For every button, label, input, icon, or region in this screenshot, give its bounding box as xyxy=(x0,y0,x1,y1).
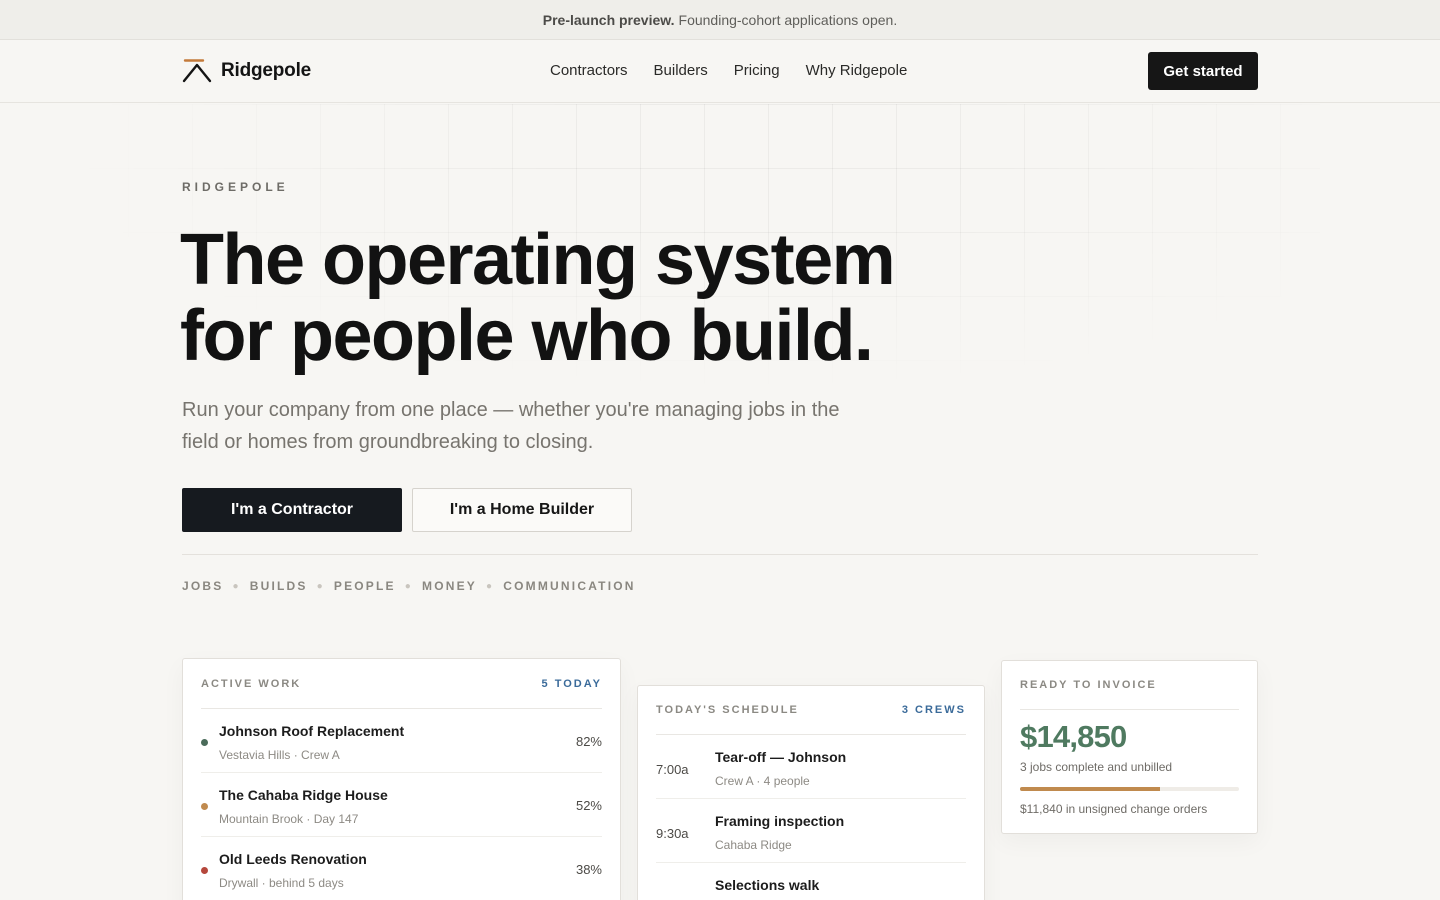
schedule-meta: Cahaba Ridge xyxy=(715,838,792,852)
status-dot-icon xyxy=(201,739,208,746)
job-title: Johnson Roof Replacement xyxy=(219,723,405,739)
pillar-people: PEOPLE xyxy=(333,579,396,593)
hero-headline: The operating system for people who buil… xyxy=(180,222,1080,374)
list-item[interactable]: Old Leeds Renovation Drywall · behind 5 … xyxy=(201,837,602,900)
pillar-list: JOBS ● BUILDS ● PEOPLE ● MONEY ● COMMUNI… xyxy=(182,579,636,593)
ridgepole-logo-icon xyxy=(182,59,212,83)
schedule-title: Tear-off — Johnson xyxy=(715,749,847,765)
job-meta: Vestavia Hills · Crew A xyxy=(219,748,340,762)
schedule-label: TODAY'S SCHEDULE xyxy=(656,704,799,716)
active-work-count: 5 TODAY xyxy=(541,677,602,690)
schedule-count: 3 CREWS xyxy=(901,704,966,716)
schedule-meta: Crew A · 4 people xyxy=(715,774,810,788)
nav-link-contractors[interactable]: Contractors xyxy=(550,62,628,79)
pillar-communication: COMMUNICATION xyxy=(503,579,636,593)
job-progress: 52% xyxy=(575,798,602,813)
job-progress: 82% xyxy=(575,734,602,749)
schedule-time: 9:30a xyxy=(656,826,689,841)
separator-dot: ● xyxy=(486,580,495,592)
list-item[interactable]: The Cahaba Ridge House Mountain Brook · … xyxy=(201,773,602,837)
schedule-time: 7:00a xyxy=(656,762,689,777)
schedule-header: TODAY'S SCHEDULE 3 CREWS xyxy=(656,686,966,735)
job-title: Old Leeds Renovation xyxy=(219,851,367,867)
list-item[interactable]: 9:30a Framing inspection Cahaba Ridge xyxy=(656,799,966,863)
hero-subhead: Run your company from one place — whethe… xyxy=(182,399,840,453)
active-work-card: ACTIVE WORK 5 TODAY Johnson Roof Replace… xyxy=(182,658,621,900)
invoice-progress-bar xyxy=(1020,787,1239,791)
pillar-jobs: JOBS xyxy=(182,579,224,593)
pillar-builds: BUILDS xyxy=(249,579,308,593)
announcement-text: Founding-cohort applications open. xyxy=(678,11,898,28)
headline-line-1: The operating system xyxy=(180,220,896,300)
announcement-bar: Pre-launch preview. Founding-cohort appl… xyxy=(0,0,1440,40)
active-work-label: ACTIVE WORK xyxy=(201,677,302,690)
top-nav: Ridgepole Contractors Builders Pricing W… xyxy=(0,40,1440,103)
nav-link-builders[interactable]: Builders xyxy=(654,62,708,79)
hero-eyebrow: RIDGEPOLE xyxy=(182,180,289,194)
brand-wordmark: Ridgepole xyxy=(221,60,312,81)
pillar-money: MONEY xyxy=(422,579,478,593)
invoice-header: READY TO INVOICE xyxy=(1020,661,1239,710)
separator-dot: ● xyxy=(316,580,325,592)
list-item[interactable]: 7:00a Tear-off — Johnson Crew A · 4 peop… xyxy=(656,735,966,799)
schedule-title: Framing inspection xyxy=(715,813,845,829)
invoice-amount: $14,850 xyxy=(1020,719,1127,754)
get-started-button[interactable]: Get started xyxy=(1148,52,1258,90)
status-dot-icon xyxy=(201,867,208,874)
announcement-strong: Pre-launch preview. xyxy=(542,11,675,28)
invoice-progress-fill xyxy=(1020,787,1161,791)
job-title: The Cahaba Ridge House xyxy=(219,787,388,803)
contractor-cta-button[interactable]: I'm a Contractor xyxy=(182,488,402,532)
separator-dot: ● xyxy=(404,580,413,592)
job-meta: Drywall · behind 5 days xyxy=(219,876,344,890)
status-dot-icon xyxy=(201,803,208,810)
schedule-card: TODAY'S SCHEDULE 3 CREWS 7:00a Tear-off … xyxy=(637,685,985,900)
nav-link-why-ridgepole[interactable]: Why Ridgepole xyxy=(806,62,908,79)
list-item[interactable]: Selections walk xyxy=(656,863,966,900)
headline-line-2: for people who build. xyxy=(180,296,874,376)
invoice-label: READY TO INVOICE xyxy=(1020,679,1157,691)
nav-link-pricing[interactable]: Pricing xyxy=(734,62,780,79)
home-builder-cta-button[interactable]: I'm a Home Builder xyxy=(412,488,632,532)
invoice-card: READY TO INVOICE $14,850 3 jobs complete… xyxy=(1001,660,1258,834)
invoice-note: $11,840 in unsigned change orders xyxy=(1020,802,1208,816)
active-work-header: ACTIVE WORK 5 TODAY xyxy=(201,659,602,709)
hero-divider xyxy=(182,554,1258,555)
list-item[interactable]: Johnson Roof Replacement Vestavia Hills … xyxy=(201,709,602,773)
invoice-subtitle: 3 jobs complete and unbilled xyxy=(1020,760,1173,774)
job-progress: 38% xyxy=(575,862,602,877)
job-meta: Mountain Brook · Day 147 xyxy=(219,812,359,826)
schedule-title: Selections walk xyxy=(715,877,820,893)
nav-links: Contractors Builders Pricing Why Ridgepo… xyxy=(550,62,933,79)
brand-logo[interactable]: Ridgepole xyxy=(182,59,311,83)
separator-dot: ● xyxy=(232,580,241,592)
